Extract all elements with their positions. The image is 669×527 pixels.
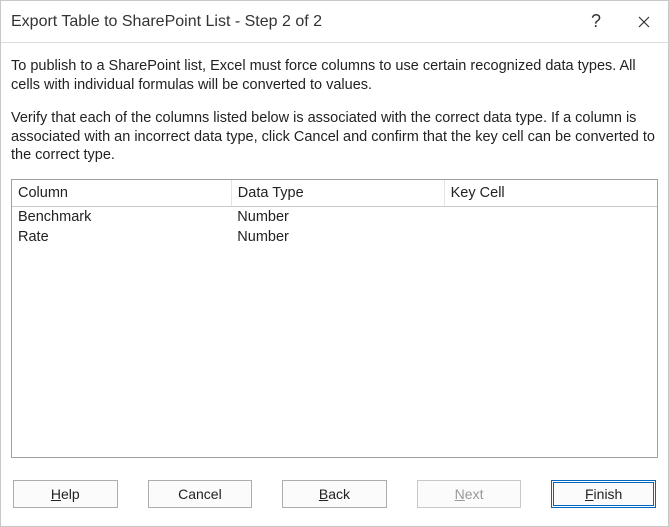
export-sharepoint-dialog: Export Table to SharePoint List - Step 2… xyxy=(0,0,669,527)
cell-keycell xyxy=(444,207,657,228)
table-row[interactable]: Benchmark Number xyxy=(12,207,657,228)
cell-datatype: Number xyxy=(231,207,444,228)
button-bar: Help Cancel Back Next Finish xyxy=(1,468,668,526)
table-row[interactable]: Rate Number xyxy=(12,227,657,247)
instruction-paragraph-1: To publish to a SharePoint list, Excel m… xyxy=(11,57,658,95)
help-button[interactable]: Help xyxy=(13,480,118,508)
dialog-title: Export Table to SharePoint List - Step 2… xyxy=(11,13,572,31)
columns-table-container: Column Data Type Key Cell Benchmark Numb… xyxy=(11,179,658,458)
titlebar: Export Table to SharePoint List - Step 2… xyxy=(1,1,668,43)
header-keycell[interactable]: Key Cell xyxy=(444,180,657,207)
cell-keycell xyxy=(444,227,657,247)
header-datatype[interactable]: Data Type xyxy=(231,180,444,207)
close-icon[interactable] xyxy=(620,1,668,43)
cell-column: Rate xyxy=(12,227,231,247)
table-header-row: Column Data Type Key Cell xyxy=(12,180,657,207)
back-button[interactable]: Back xyxy=(282,480,387,508)
next-button: Next xyxy=(417,480,522,508)
cell-column: Benchmark xyxy=(12,207,231,228)
help-icon[interactable]: ? xyxy=(572,1,620,43)
instruction-paragraph-2: Verify that each of the columns listed b… xyxy=(11,109,658,166)
finish-button[interactable]: Finish xyxy=(551,480,656,508)
columns-table: Column Data Type Key Cell Benchmark Numb… xyxy=(12,180,657,247)
cancel-button[interactable]: Cancel xyxy=(148,480,253,508)
cell-datatype: Number xyxy=(231,227,444,247)
dialog-content: To publish to a SharePoint list, Excel m… xyxy=(1,43,668,468)
header-column[interactable]: Column xyxy=(12,180,231,207)
